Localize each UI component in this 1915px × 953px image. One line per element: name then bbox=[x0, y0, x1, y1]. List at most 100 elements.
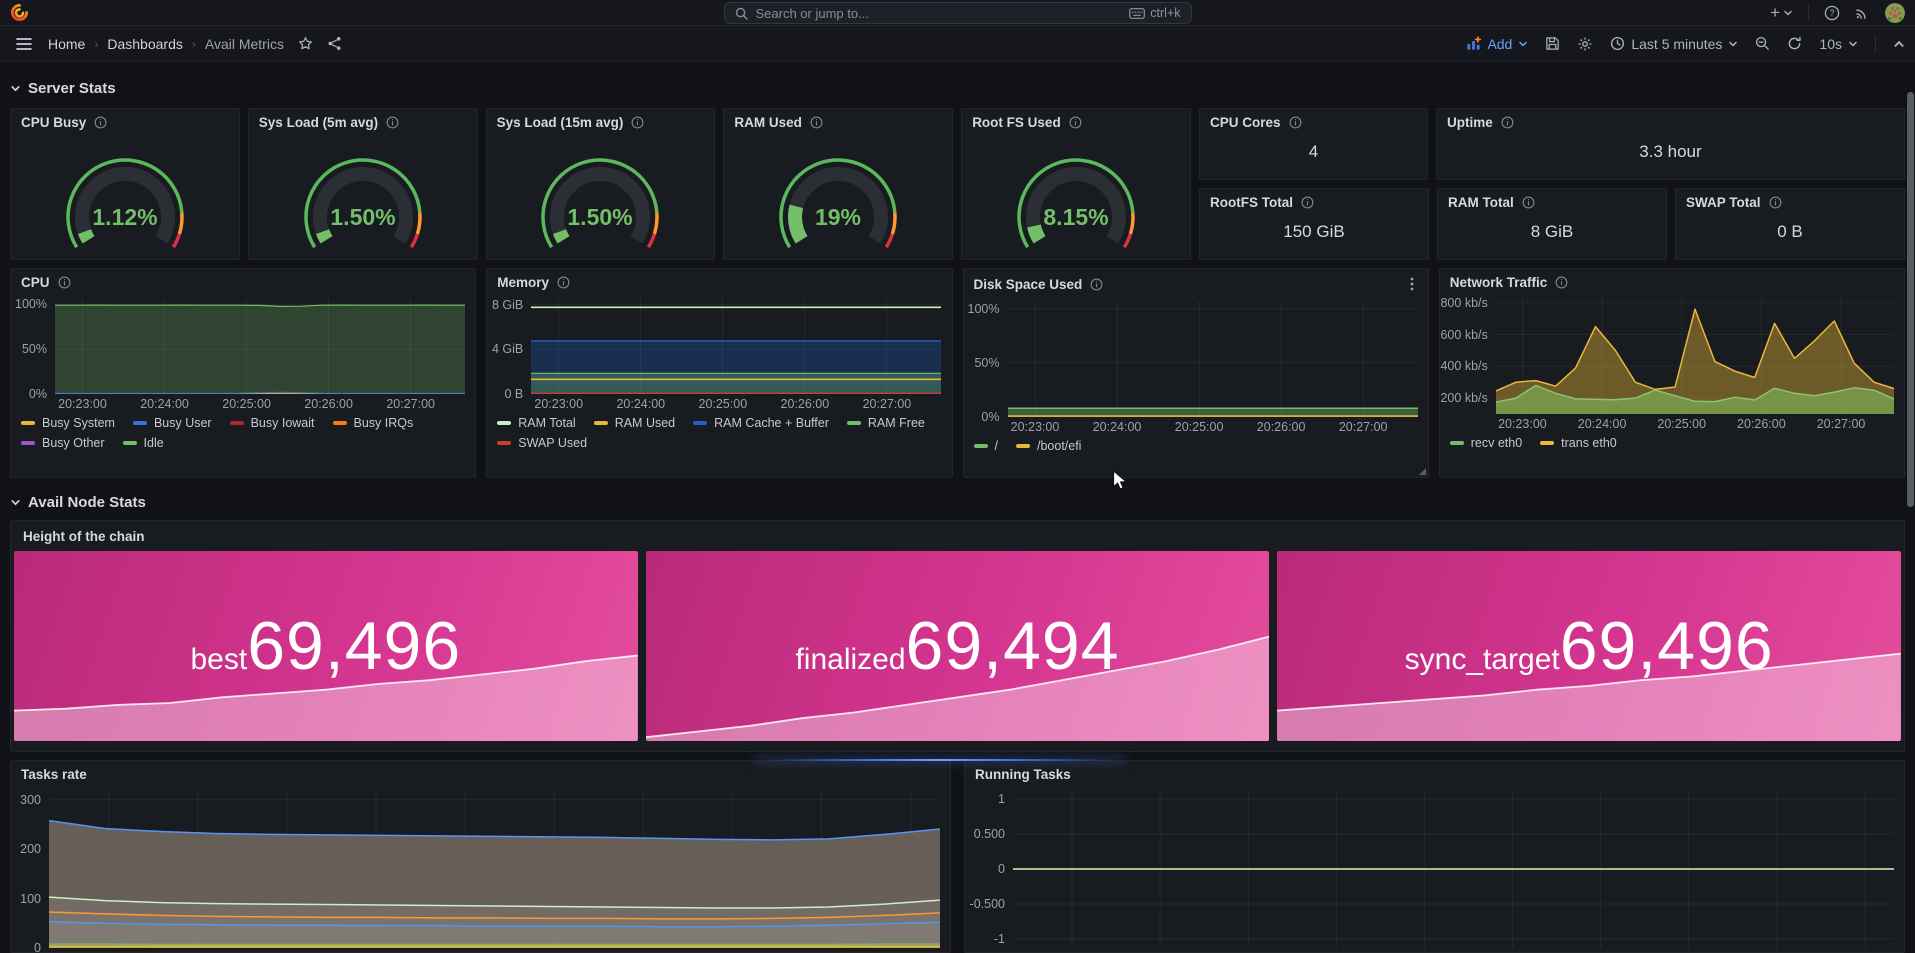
panel-title[interactable]: CPU bbox=[21, 275, 50, 290]
panel-title[interactable]: Sys Load (15m avg) bbox=[497, 115, 624, 130]
legend-item[interactable]: Busy Other bbox=[21, 436, 105, 450]
chart-plot[interactable] bbox=[49, 790, 940, 948]
panel-title[interactable]: CPU Busy bbox=[21, 115, 86, 130]
chart-plot[interactable] bbox=[55, 298, 465, 394]
info-icon[interactable] bbox=[1769, 196, 1782, 209]
panel-title[interactable]: Height of the chain bbox=[14, 525, 1901, 551]
chart-plot[interactable] bbox=[1013, 790, 1894, 948]
y-axis: 0100200300 bbox=[11, 790, 49, 948]
stat-value: 69,494 bbox=[906, 607, 1120, 685]
time-range-picker[interactable]: Last 5 minutes bbox=[1610, 36, 1738, 52]
menu-toggle-icon[interactable] bbox=[10, 30, 38, 58]
panel-title[interactable]: RootFS Total bbox=[1210, 195, 1293, 210]
panel-title[interactable]: Running Tasks bbox=[975, 767, 1071, 782]
scrollbar-thumb[interactable] bbox=[1907, 92, 1914, 507]
panel-running-tasks: Running Tasks -1-0.50000.5001 bbox=[964, 760, 1905, 953]
divider bbox=[1875, 35, 1876, 53]
legend-item[interactable]: RAM Used bbox=[594, 416, 675, 430]
legend-item[interactable]: Idle bbox=[123, 436, 164, 450]
info-icon[interactable] bbox=[1069, 116, 1082, 129]
gauge: 1.50% bbox=[487, 132, 715, 259]
breadcrumb-dashboards[interactable]: Dashboards bbox=[107, 36, 183, 52]
right-stats-block: CPU Cores 4 Uptime 3.3 hour RootFS Total… bbox=[1199, 108, 1905, 260]
legend-item[interactable]: RAM Total bbox=[497, 416, 575, 430]
breadcrumb: Home › Dashboards › Avail Metrics bbox=[48, 36, 284, 52]
panel-title[interactable]: Tasks rate bbox=[21, 767, 87, 782]
save-button[interactable] bbox=[1545, 36, 1560, 51]
panel-title[interactable]: Network Traffic bbox=[1450, 275, 1548, 290]
info-icon[interactable] bbox=[810, 116, 823, 129]
gauge: 1.50% bbox=[249, 132, 477, 259]
share-icon[interactable] bbox=[327, 36, 342, 51]
legend-item[interactable]: Busy IRQs bbox=[333, 416, 414, 430]
user-avatar[interactable] bbox=[1885, 3, 1905, 23]
legend-item[interactable]: Busy System bbox=[21, 416, 115, 430]
info-icon[interactable] bbox=[1301, 196, 1314, 209]
collapse-toolbar-button[interactable] bbox=[1893, 38, 1905, 50]
info-icon[interactable] bbox=[1555, 276, 1568, 289]
legend-item[interactable]: RAM Cache + Buffer bbox=[693, 416, 829, 430]
search-input[interactable]: Search or jump to... ctrl+k bbox=[724, 2, 1192, 24]
section-server-stats[interactable]: Server Stats bbox=[10, 68, 1905, 108]
panel-swap-total: SWAP Total 0 B bbox=[1675, 188, 1905, 260]
chevron-right-icon: › bbox=[94, 37, 98, 51]
chart-plot[interactable] bbox=[1008, 301, 1418, 417]
legend-item[interactable]: Busy User bbox=[133, 416, 212, 430]
info-icon[interactable] bbox=[94, 116, 107, 129]
chevron-down-icon bbox=[1728, 39, 1738, 49]
info-icon[interactable] bbox=[1522, 196, 1535, 209]
add-button[interactable]: Add bbox=[1466, 36, 1528, 52]
legend-item[interactable]: recv eth0 bbox=[1450, 436, 1522, 450]
chart-legend: RAM Total RAM Used RAM Cache + Buffer RAM F… bbox=[487, 410, 951, 450]
help-icon[interactable]: ? bbox=[1824, 5, 1840, 21]
svg-text:?: ? bbox=[1829, 8, 1834, 18]
panel-title[interactable]: Disk Space Used bbox=[974, 277, 1083, 292]
panel-title[interactable]: Root FS Used bbox=[972, 115, 1061, 130]
info-icon[interactable] bbox=[386, 116, 399, 129]
panel-cpu-cores: CPU Cores 4 bbox=[1199, 108, 1428, 180]
search-icon bbox=[735, 7, 748, 20]
panel-cpu-busy: CPU Busy 1.12% bbox=[10, 108, 240, 260]
add-panel-icon bbox=[1466, 36, 1481, 51]
info-icon[interactable] bbox=[1501, 116, 1514, 129]
refresh-interval-picker[interactable]: 10s bbox=[1819, 36, 1858, 52]
panel-title[interactable]: RAM Total bbox=[1448, 195, 1514, 210]
legend-item[interactable]: /boot/efi bbox=[1016, 439, 1081, 453]
zoom-out-button[interactable] bbox=[1755, 36, 1770, 51]
panel-title[interactable]: Memory bbox=[497, 275, 549, 290]
panel-sys-load-5m: Sys Load (5m avg) 1.50% bbox=[248, 108, 478, 260]
chevron-right-icon: › bbox=[192, 37, 196, 51]
info-icon[interactable] bbox=[1289, 116, 1302, 129]
stat-value: 0 B bbox=[1676, 212, 1904, 259]
chart-plot[interactable] bbox=[531, 298, 941, 394]
breadcrumb-home[interactable]: Home bbox=[48, 36, 85, 52]
legend-item[interactable]: trans eth0 bbox=[1540, 436, 1617, 450]
legend-item[interactable]: Busy Iowait bbox=[230, 416, 315, 430]
legend-item[interactable]: / bbox=[974, 439, 998, 453]
settings-button[interactable] bbox=[1577, 36, 1593, 52]
section-avail-node-stats[interactable]: Avail Node Stats bbox=[10, 484, 1905, 520]
y-axis: 0 B4 GiB8 GiB bbox=[487, 298, 531, 394]
panel-title[interactable]: SWAP Total bbox=[1686, 195, 1761, 210]
info-icon[interactable] bbox=[58, 276, 71, 289]
info-icon[interactable] bbox=[631, 116, 644, 129]
panel-menu-icon[interactable] bbox=[1406, 275, 1418, 293]
news-icon[interactable] bbox=[1855, 5, 1870, 20]
legend-item[interactable]: RAM Free bbox=[847, 416, 925, 430]
stat-sync-target: sync_target 69,496 bbox=[1277, 551, 1901, 741]
keyboard-icon bbox=[1129, 8, 1145, 19]
panel-resize-handle[interactable] bbox=[1419, 468, 1426, 475]
favorite-star-icon[interactable] bbox=[298, 36, 313, 51]
chart-plot[interactable] bbox=[1496, 298, 1894, 414]
stat-finalized: finalized 69,494 bbox=[646, 551, 1270, 741]
grafana-logo-icon[interactable] bbox=[10, 3, 30, 23]
panel-title[interactable]: CPU Cores bbox=[1210, 115, 1281, 130]
legend-item[interactable]: SWAP Used bbox=[497, 436, 587, 450]
new-button[interactable]: + bbox=[1770, 3, 1793, 23]
info-icon[interactable] bbox=[1090, 278, 1103, 291]
panel-title[interactable]: Uptime bbox=[1447, 115, 1493, 130]
refresh-button[interactable] bbox=[1787, 36, 1802, 51]
info-icon[interactable] bbox=[557, 276, 570, 289]
panel-title[interactable]: Sys Load (5m avg) bbox=[259, 115, 378, 130]
panel-title[interactable]: RAM Used bbox=[734, 115, 802, 130]
